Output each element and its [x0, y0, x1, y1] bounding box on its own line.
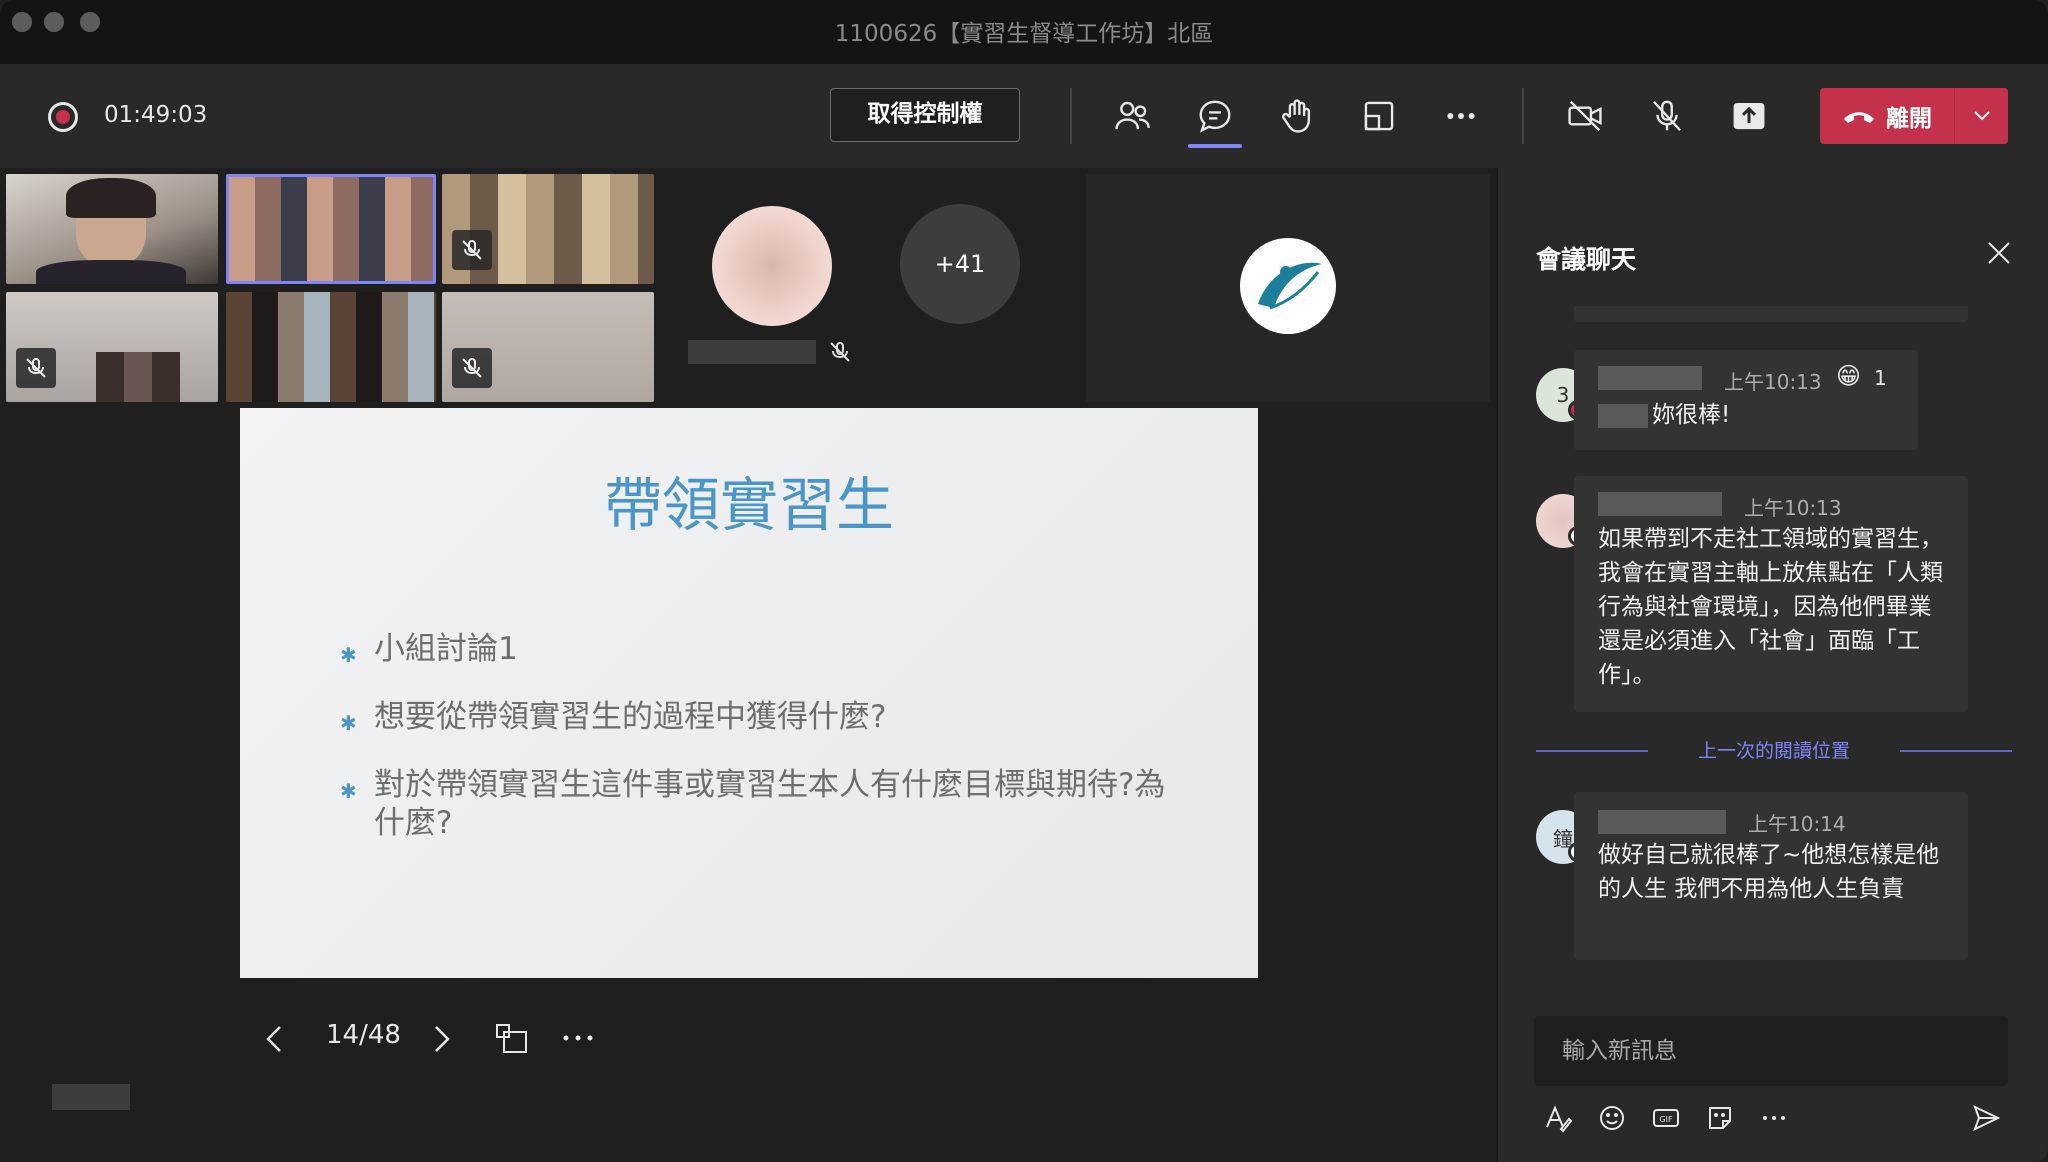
recording-icon [48, 102, 78, 132]
participant-name-blurred [688, 340, 816, 364]
slide-bullet: ✱ 對於帶領實習生這件事或實習生本人有什麼目標與期待?為什麼? [340, 767, 1166, 841]
meeting-stage: +41 帶領實習生 ✱ 小組討論1 ✱ 想要從帶領實習生的過程中獲得什麼? ✱ 對於帶… [0, 168, 1496, 1162]
participant-hair [66, 178, 156, 218]
emoji-icon[interactable] [1594, 1100, 1630, 1136]
chat-message-bubble[interactable]: 上午10:13 如果帶到不走社工領域的實習生，我會在實習主軸上放焦點在「人類行為… [1574, 476, 1968, 712]
sticker-icon[interactable] [1702, 1100, 1738, 1136]
svg-text:GIF: GIF [1659, 1115, 1673, 1124]
participant-video-tile[interactable] [6, 174, 218, 284]
participant-video-tile-speaking[interactable] [226, 174, 436, 284]
send-icon[interactable] [1968, 1100, 2004, 1136]
organization-logo-tile [1086, 174, 1490, 402]
participant-video-tile[interactable] [226, 292, 436, 402]
meeting-chat-panel: 會議聊天 3 上午10:13 😁 1 妳很棒! 上午10:13 如果帶到不走社工… [1496, 168, 2048, 1162]
message-compose-box[interactable] [1534, 1016, 2008, 1086]
take-control-button[interactable]: 取得控制權 [830, 88, 1020, 142]
laughing-emoji-icon[interactable]: 😁 [1836, 362, 1861, 390]
slide-more-options-icon[interactable] [560, 1028, 596, 1048]
muted-icon [16, 348, 56, 388]
sender-name-blurred [1598, 366, 1702, 390]
slide-bullet: ✱ 想要從帶領實習生的過程中獲得什麼? [340, 699, 887, 735]
mic-off-icon[interactable] [1645, 94, 1689, 138]
participant-blurred [96, 352, 180, 402]
chat-title: 會議聊天 [1536, 245, 1637, 274]
chat-active-indicator [1188, 144, 1242, 148]
title-bar: 1100626【實習生督導工作坊】北區 [0, 0, 2048, 64]
chat-message-bubble[interactable]: 上午10:14 做好自己就很棒了~他想怎樣是他的人生 我們不用為他人生負責 [1574, 792, 1968, 960]
mention-blurred [1598, 404, 1648, 428]
toolbar-divider [1522, 88, 1524, 144]
chevron-down-icon [1973, 111, 1990, 121]
next-slide-icon[interactable] [428, 1024, 454, 1054]
leave-label: 離開 [1886, 106, 1932, 132]
format-icon[interactable] [1540, 1100, 1576, 1136]
previous-message-bubble [1574, 306, 1968, 322]
slide-bullet: ✱ 小組討論1 [340, 631, 518, 667]
toolbar-divider [1070, 88, 1072, 144]
more-participants-button[interactable]: +41 [900, 204, 1020, 324]
reaction-count: 1 [1874, 366, 1887, 390]
close-icon[interactable] [1984, 238, 2014, 268]
more-options-icon[interactable] [1439, 94, 1483, 138]
participant-video-tile[interactable] [442, 174, 654, 284]
slide-page-counter: 14/48 [326, 1020, 401, 1050]
leave-options-dropdown[interactable] [1954, 88, 2008, 144]
message-time: 上午10:14 [1748, 812, 1846, 836]
muted-icon [452, 348, 492, 388]
presenter-name-blurred [52, 1084, 130, 1110]
window-title: 1100626【實習生督導工作坊】北區 [834, 21, 1214, 47]
message-input[interactable] [1534, 1016, 2008, 1086]
message-time: 上午10:13 [1724, 370, 1822, 394]
organization-logo [1240, 238, 1336, 334]
chat-message-bubble[interactable]: 上午10:13 😁 1 妳很棒! [1574, 350, 1918, 450]
breakout-rooms-icon[interactable] [1357, 94, 1401, 138]
leave-main[interactable]: 離開 [1820, 88, 1954, 144]
teams-meeting-window: 1100626【實習生督導工作坊】北區 01:49:03 取得控制權 離開 +4… [0, 0, 2048, 1162]
last-read-marker: 上一次的閱讀位置 [1697, 740, 1850, 762]
read-marker-line [1536, 750, 1648, 752]
participant-video-tile[interactable] [6, 292, 218, 402]
camera-off-icon[interactable] [1563, 94, 1607, 138]
slide-grid-view-icon[interactable] [494, 1022, 530, 1056]
muted-icon [452, 230, 492, 270]
participant-video-tile[interactable] [442, 292, 654, 402]
leave-button[interactable]: 離開 [1820, 88, 2008, 144]
raise-hand-icon[interactable] [1275, 94, 1319, 138]
share-screen-icon[interactable] [1727, 94, 1771, 138]
previous-slide-icon[interactable] [262, 1024, 288, 1054]
people-icon[interactable] [1110, 94, 1154, 138]
chat-icon[interactable] [1193, 94, 1237, 138]
shared-presentation-slide: 帶領實習生 ✱ 小組討論1 ✱ 想要從帶領實習生的過程中獲得什麼? ✱ 對於帶領實習生… [240, 408, 1258, 978]
message-text: 妳很棒! [1652, 402, 1731, 428]
more-options-icon[interactable] [1756, 1100, 1792, 1136]
slide-title: 帶領實習生 [603, 471, 894, 539]
participant-avatar[interactable] [712, 206, 832, 326]
gif-icon[interactable]: GIF [1648, 1100, 1684, 1136]
read-marker-line [1900, 750, 2012, 752]
meeting-toolbar: 01:49:03 取得控制權 離開 [0, 64, 2048, 168]
message-time: 上午10:13 [1744, 496, 1842, 520]
hang-up-icon [1844, 112, 1874, 123]
sender-name-blurred [1598, 810, 1726, 834]
participant-shoulders [36, 260, 186, 284]
meeting-timer: 01:49:03 [104, 102, 208, 128]
message-text: 如果帶到不走社工領域的實習生，我會在實習主軸上放焦點在「人類行為與社會環境」，因… [1598, 526, 1943, 688]
message-text: 做好自己就很棒了~他想怎樣是他的人生 我們不用為他人生負責 [1598, 842, 1940, 902]
muted-icon [830, 342, 850, 362]
sender-name-blurred [1598, 492, 1722, 516]
